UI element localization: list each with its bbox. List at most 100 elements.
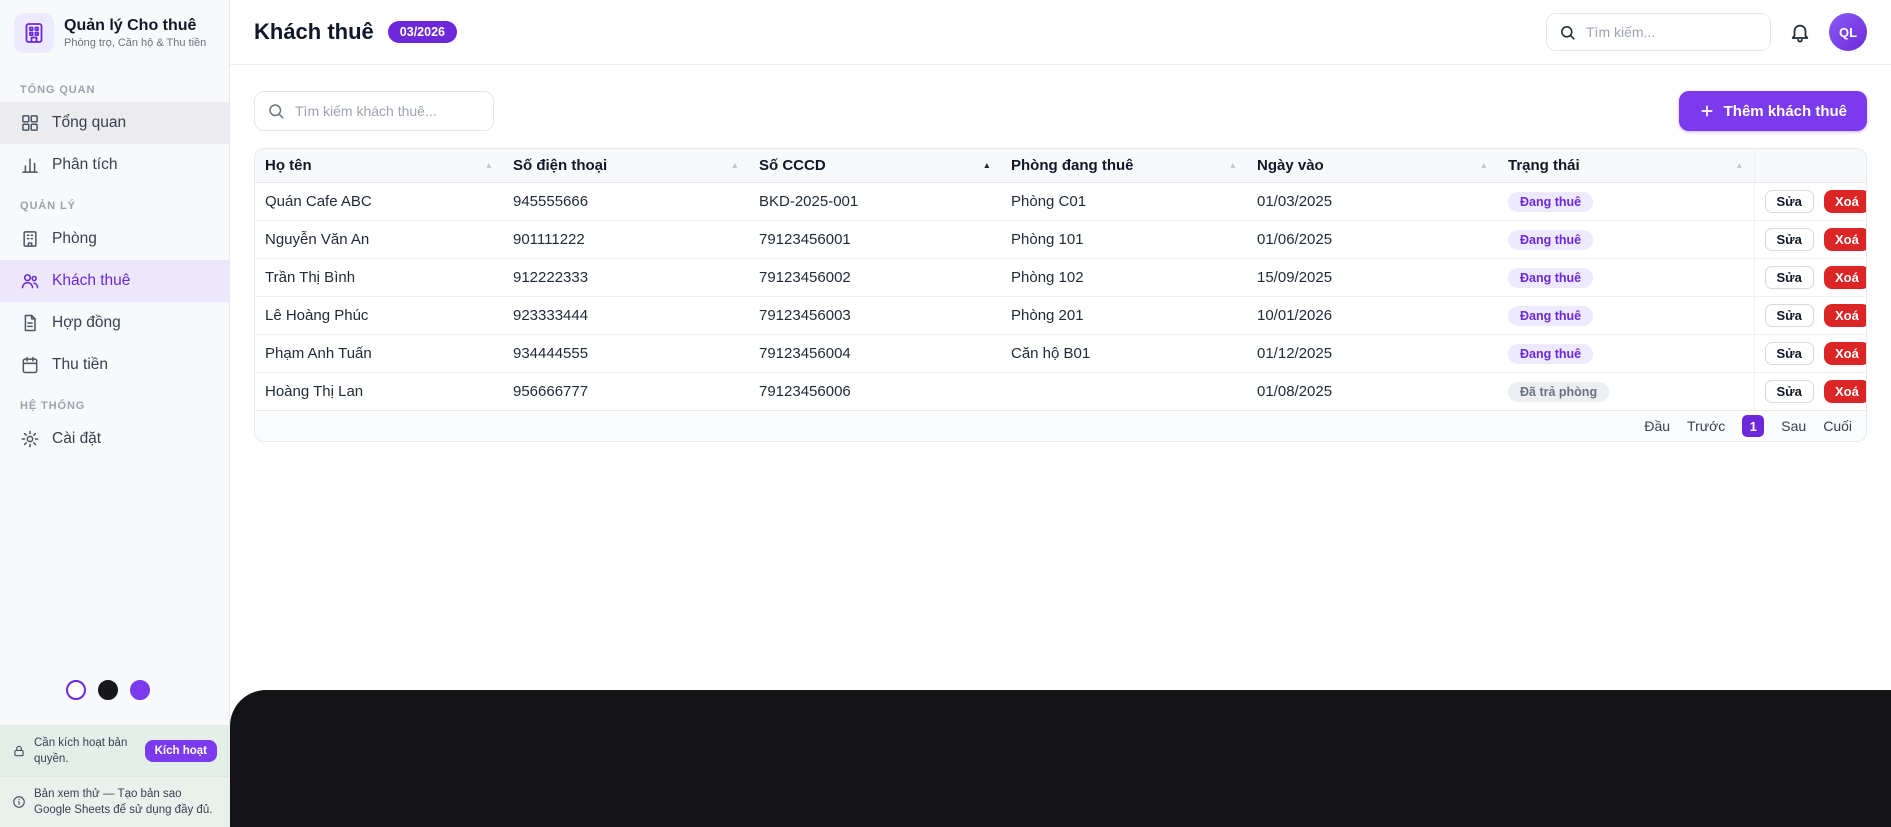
column-header-cccd[interactable]: Số CCCD▲	[749, 149, 1001, 183]
table-row: Trần Thị Bình 912222333 79123456002 Phòn…	[255, 259, 1866, 297]
cell-phone: 901111222	[503, 221, 749, 259]
sidebar-item-hop-dong[interactable]: Hợp đồng	[0, 302, 229, 344]
tenant-search-input[interactable]	[293, 102, 481, 120]
app-logo-icon	[14, 13, 54, 53]
cell-actions: Sửa Xoá	[1754, 183, 1866, 221]
cell-status: Đang thuê	[1498, 183, 1754, 221]
app-tagline: Phòng trọ, Căn hộ & Thu tiền	[64, 37, 206, 49]
table-row: Phạm Anh Tuấn 934444555 79123456004 Căn …	[255, 335, 1866, 373]
theme-dot-light[interactable]	[66, 680, 86, 700]
column-header-room[interactable]: Phòng đang thuê▲	[1001, 149, 1247, 183]
status-badge: Đã trả phòng	[1508, 382, 1609, 402]
cell-actions: Sửa Xoá	[1754, 297, 1866, 335]
users-icon	[20, 271, 40, 291]
edit-button[interactable]: Sửa	[1765, 342, 1814, 365]
cell-phone: 945555666	[503, 183, 749, 221]
notifications-button[interactable]	[1789, 21, 1811, 43]
cell-actions: Sửa Xoá	[1754, 259, 1866, 297]
cell-room: Phòng C01	[1001, 183, 1247, 221]
sidebar-item-label: Phân tích	[52, 156, 118, 174]
status-badge: Đang thuê	[1508, 192, 1593, 212]
sidebar-item-thu-tien[interactable]: Thu tiền	[0, 344, 229, 386]
cell-name: Trần Thị Bình	[255, 259, 503, 297]
sidebar-footer: Cần kích hoạt bản quyền. Kích hoạt Bản x…	[0, 680, 229, 827]
table-row: Lê Hoàng Phúc 923333444 79123456003 Phòn…	[255, 297, 1866, 335]
table-row: Hoàng Thị Lan 956666777 79123456006 01/0…	[255, 373, 1866, 411]
period-badge: 03/2026	[388, 21, 457, 43]
sort-asc-icon: ▲	[1229, 161, 1237, 170]
app-title: Quản lý Cho thuê	[64, 17, 206, 35]
sidebar-item-label: Phòng	[52, 230, 97, 248]
sidebar-item-label: Thu tiền	[52, 356, 108, 374]
building-icon	[20, 229, 40, 249]
delete-button[interactable]: Xoá	[1824, 266, 1867, 289]
cell-status: Đang thuê	[1498, 297, 1754, 335]
delete-button[interactable]: Xoá	[1824, 304, 1867, 327]
column-header-status[interactable]: Trạng thái▲	[1498, 149, 1754, 183]
pagination-last[interactable]: Cuối	[1823, 418, 1852, 434]
bell-icon	[1789, 21, 1811, 43]
edit-button[interactable]: Sửa	[1765, 266, 1814, 289]
add-tenant-button[interactable]: Thêm khách thuê	[1679, 91, 1867, 131]
sidebar-item-label: Cài đặt	[52, 430, 101, 448]
pagination: Đầu Trước 1 Sau Cuối	[255, 410, 1866, 441]
cell-status: Đang thuê	[1498, 335, 1754, 373]
main-area: Khách thuê 03/2026 QL	[230, 0, 1891, 827]
sort-asc-icon: ▲	[1480, 161, 1488, 170]
sidebar-item-phong[interactable]: Phòng	[0, 218, 229, 260]
avatar[interactable]: QL	[1829, 13, 1867, 51]
info-icon	[12, 795, 26, 809]
sidebar-item-khach-thue[interactable]: Khách thuê	[0, 260, 229, 302]
pagination-current-page[interactable]: 1	[1742, 415, 1764, 437]
column-header-phone[interactable]: Số điện thoại▲	[503, 149, 749, 183]
license-notice: Cần kích hoạt bản quyền. Kích hoạt	[0, 725, 229, 776]
theme-dot-dark[interactable]	[98, 680, 118, 700]
sidebar: Quản lý Cho thuê Phòng trọ, Căn hộ & Thu…	[0, 0, 230, 827]
cell-date: 01/03/2025	[1247, 183, 1498, 221]
column-header-date[interactable]: Ngày vào▲	[1247, 149, 1498, 183]
cell-name: Hoàng Thị Lan	[255, 373, 503, 411]
topbar: Khách thuê 03/2026 QL	[230, 0, 1891, 65]
pagination-prev[interactable]: Trước	[1687, 418, 1725, 434]
viewport-backdrop	[230, 690, 1891, 827]
cell-date: 10/01/2026	[1247, 297, 1498, 335]
delete-button[interactable]: Xoá	[1824, 380, 1867, 403]
delete-button[interactable]: Xoá	[1824, 342, 1867, 365]
table-row: Nguyễn Văn An 901111222 79123456001 Phòn…	[255, 221, 1866, 259]
page-title: Khách thuê	[254, 19, 374, 45]
sidebar-item-cai-dat[interactable]: Cài đặt	[0, 418, 229, 460]
calendar-icon	[20, 355, 40, 375]
pagination-first[interactable]: Đầu	[1644, 418, 1670, 434]
table-header-row: Họ tên▲ Số điện thoại▲ Số CCCD▲ Phòng đa…	[255, 149, 1866, 183]
cell-date: 01/08/2025	[1247, 373, 1498, 411]
edit-button[interactable]: Sửa	[1765, 304, 1814, 327]
pagination-next[interactable]: Sau	[1781, 418, 1806, 434]
global-search-input[interactable]	[1584, 23, 1758, 41]
cell-actions: Sửa Xoá	[1754, 221, 1866, 259]
edit-button[interactable]: Sửa	[1765, 190, 1814, 213]
cell-name: Nguyễn Văn An	[255, 221, 503, 259]
sidebar-item-tong-quan[interactable]: Tổng quan	[0, 102, 229, 144]
cell-room: Phòng 102	[1001, 259, 1247, 297]
status-badge: Đang thuê	[1508, 344, 1593, 364]
tenant-table-card: Họ tên▲ Số điện thoại▲ Số CCCD▲ Phòng đa…	[254, 148, 1867, 442]
cell-actions: Sửa Xoá	[1754, 373, 1866, 411]
status-badge: Đang thuê	[1508, 230, 1593, 250]
theme-dot-purple[interactable]	[130, 680, 150, 700]
activate-button[interactable]: Kích hoạt	[145, 740, 217, 762]
sort-asc-icon: ▲	[1735, 161, 1743, 170]
cell-cccd: 79123456003	[749, 297, 1001, 335]
edit-button[interactable]: Sửa	[1765, 380, 1814, 403]
cell-actions: Sửa Xoá	[1754, 335, 1866, 373]
tenant-table: Họ tên▲ Số điện thoại▲ Số CCCD▲ Phòng đa…	[255, 149, 1866, 410]
cell-room: Phòng 201	[1001, 297, 1247, 335]
bar-chart-icon	[20, 155, 40, 175]
delete-button[interactable]: Xoá	[1824, 190, 1867, 213]
theme-picker	[0, 680, 229, 700]
column-header-name[interactable]: Họ tên▲	[255, 149, 503, 183]
delete-button[interactable]: Xoá	[1824, 228, 1867, 251]
cell-name: Lê Hoàng Phúc	[255, 297, 503, 335]
sidebar-item-label: Tổng quan	[52, 114, 126, 132]
edit-button[interactable]: Sửa	[1765, 228, 1814, 251]
sidebar-item-phan-tich[interactable]: Phân tích	[0, 144, 229, 186]
